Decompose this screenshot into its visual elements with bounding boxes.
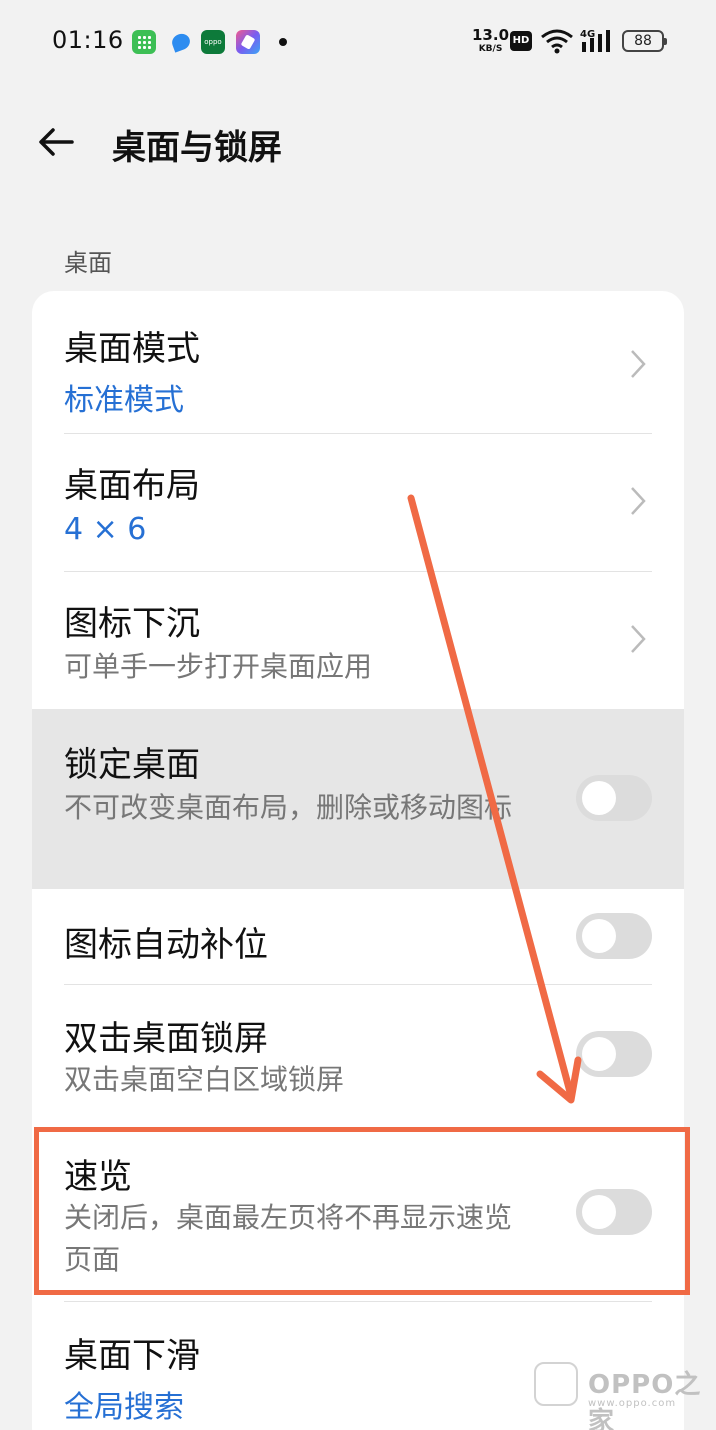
watermark: OPPO之家 www.oppo.com <box>534 1362 704 1430</box>
double-tap-lock-toggle[interactable] <box>576 1031 652 1077</box>
icon-autofill-toggle[interactable] <box>576 913 652 959</box>
setting-value: 全局搜索 <box>64 1390 184 1425</box>
chevron-right-icon <box>631 350 646 378</box>
watermark-url: www.oppo.com <box>588 1398 677 1409</box>
setting-double-tap-lock[interactable]: 双击桌面锁屏 双击桌面空白区域锁屏 <box>32 985 684 1123</box>
oppo-app-icon: oppo <box>201 30 225 54</box>
page-title: 桌面与锁屏 <box>112 128 282 168</box>
watermark-logo-icon <box>534 1362 578 1406</box>
setting-subtitle: 可单手一步打开桌面应用 <box>64 650 373 683</box>
section-label: 桌面 <box>64 249 112 277</box>
settings-card: 桌面模式 标准模式 桌面布局 4 × 6 图标下沉 可单手一步打开桌面应用 锁定… <box>32 291 684 1430</box>
battery-indicator: 88 <box>622 30 667 52</box>
setting-subtitle: 不可改变桌面布局，删除或移动图标 <box>64 791 513 824</box>
chevron-right-icon <box>631 487 646 515</box>
setting-title: 锁定桌面 <box>64 745 200 785</box>
hd-badge: HD <box>510 31 532 51</box>
setting-desktop-mode[interactable]: 桌面模式 标准模式 <box>32 291 684 433</box>
setting-lock-desktop[interactable]: 锁定桌面 不可改变桌面布局，删除或移动图标 <box>32 709 684 889</box>
setting-title: 双击桌面锁屏 <box>64 1019 268 1059</box>
network-speed: 13.0 KB/S <box>472 28 509 56</box>
status-time: 01:16 <box>52 26 124 54</box>
quick-view-toggle[interactable] <box>576 1189 652 1235</box>
status-bar: 01:16 oppo 13.0 KB/S HD 4G 88 <box>0 0 716 84</box>
shortcut-app-icon <box>236 30 260 54</box>
setting-title: 桌面布局 <box>64 466 200 506</box>
setting-title: 桌面下滑 <box>64 1336 200 1376</box>
lock-desktop-toggle[interactable] <box>576 775 652 821</box>
setting-subtitle: 双击桌面空白区域锁屏 <box>64 1063 345 1096</box>
setting-title: 桌面模式 <box>64 329 200 369</box>
setting-icon-sink[interactable]: 图标下沉 可单手一步打开桌面应用 <box>32 572 684 709</box>
back-arrow-icon[interactable] <box>36 122 76 162</box>
setting-subtitle: 关闭后，桌面最左页将不再显示速览页面 <box>64 1201 513 1276</box>
network-speed-unit: KB/S <box>478 44 503 54</box>
chevron-right-icon <box>631 625 646 653</box>
grid-app-icon <box>132 30 156 54</box>
bird-app-icon <box>170 30 194 54</box>
setting-title: 图标自动补位 <box>64 925 268 965</box>
setting-icon-autofill[interactable]: 图标自动补位 <box>32 889 684 984</box>
setting-desktop-layout[interactable]: 桌面布局 4 × 6 <box>32 434 684 571</box>
signal-icon: 4G <box>580 29 610 52</box>
notification-dot-icon <box>279 38 287 46</box>
setting-value: 标准模式 <box>64 383 184 418</box>
setting-title: 速览 <box>64 1157 132 1197</box>
setting-title: 图标下沉 <box>64 604 200 644</box>
watermark-text: OPPO之家 <box>588 1370 702 1430</box>
wifi-icon <box>541 29 573 54</box>
setting-quick-view[interactable]: 速览 关闭后，桌面最左页将不再显示速览页面 <box>32 1127 684 1299</box>
setting-value: 4 × 6 <box>64 512 147 547</box>
